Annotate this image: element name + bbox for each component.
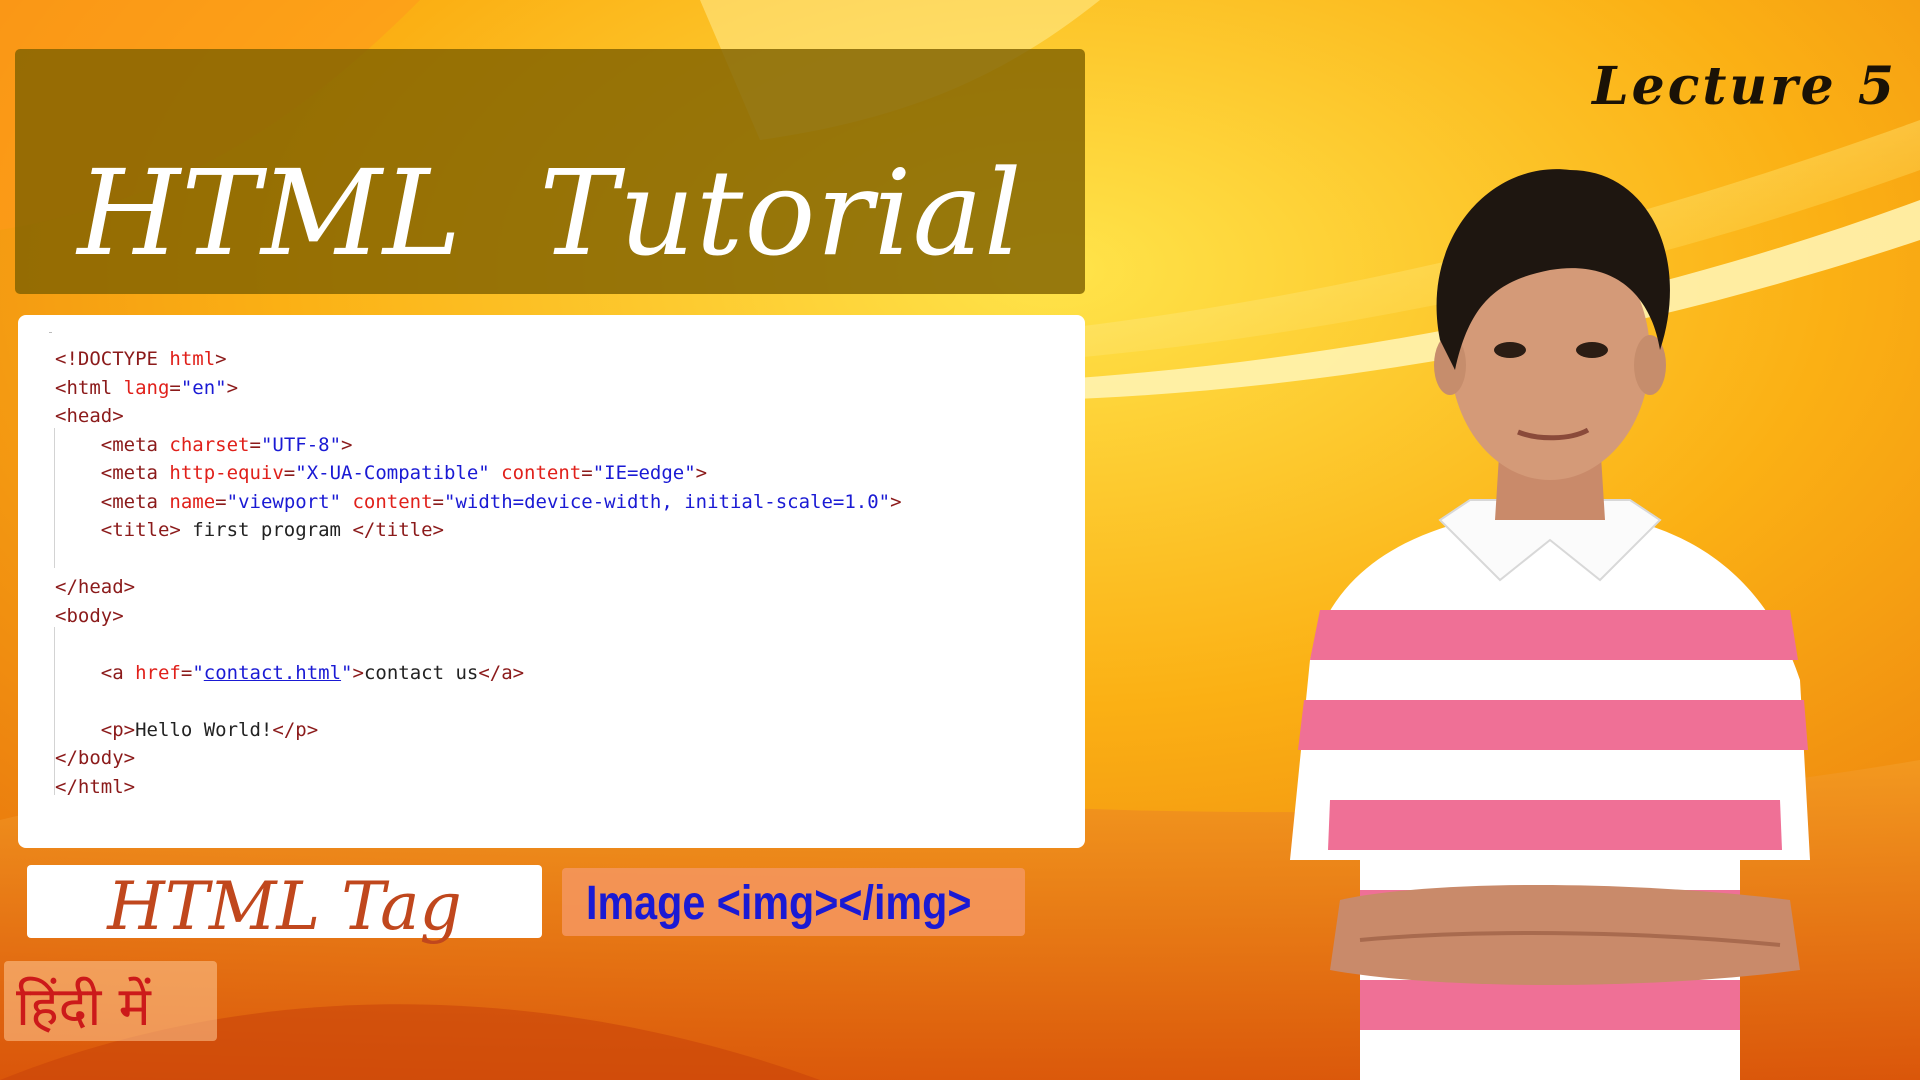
- code-token: >: [226, 376, 239, 399]
- code-token: charset: [169, 433, 250, 456]
- code-token: first program: [180, 519, 353, 541]
- code-token: =: [249, 433, 261, 456]
- code-line: <p>Hello World!</p>: [55, 716, 902, 745]
- hindi-label-box: हिंदी में: [4, 961, 217, 1041]
- code-token: "X-UA-Compatible": [295, 462, 502, 484]
- code-token: href: [135, 661, 181, 684]
- code-token: </p>: [272, 718, 319, 741]
- code-token: Hello World!: [135, 718, 273, 741]
- code-line: <body>: [55, 602, 902, 631]
- code-token: <meta: [100, 433, 170, 456]
- code-token: ": [341, 661, 353, 684]
- code-token: =: [169, 376, 181, 399]
- presenter-photo: [1290, 169, 1810, 1080]
- title-banner: HTML Tutorial: [15, 49, 1085, 294]
- code-token: <body>: [55, 604, 124, 627]
- code-line: <meta charset="UTF-8">: [55, 431, 902, 460]
- code-line: <meta http-equiv="X-UA-Compatible" conte…: [55, 459, 902, 488]
- code-token: <meta: [100, 462, 170, 484]
- code-token: =: [215, 490, 227, 513]
- code-token: =: [432, 490, 444, 513]
- page-title: HTML Tutorial: [77, 144, 1023, 282]
- code-token: <meta: [100, 490, 170, 513]
- code-line: <a href="contact.html">contact us</a>: [55, 659, 902, 688]
- code-token: </html>: [55, 775, 136, 798]
- right-eye: [1576, 342, 1608, 358]
- code-token: </title>: [352, 519, 444, 541]
- code-token: ": [192, 661, 204, 684]
- code-token: lang: [123, 376, 170, 399]
- image-tag-label: Image <img></img>: [586, 877, 972, 930]
- code-token: <p>: [100, 718, 136, 741]
- code-token: =: [581, 462, 593, 484]
- code-token: contact.html: [203, 661, 342, 684]
- tag-label: HTML Tag: [107, 868, 462, 945]
- code-panel-dot: [49, 332, 52, 333]
- code-token: >: [215, 348, 227, 370]
- code-token: >: [890, 490, 902, 513]
- code-token: name: [169, 490, 216, 513]
- code-line: </html>: [55, 773, 902, 802]
- code-block: <!DOCTYPE html> <html lang="en"> <head> <m…: [55, 345, 902, 801]
- code-token: http-equiv: [169, 462, 284, 484]
- image-tag-box: Image <img></img>: [562, 868, 1025, 936]
- code-line: <!DOCTYPE html>: [55, 345, 902, 374]
- code-token: =: [283, 462, 296, 484]
- hindi-label: हिंदी में: [16, 975, 151, 1038]
- code-token: </a>: [478, 661, 525, 684]
- code-token: "viewport": [226, 490, 353, 513]
- code-line: <title> first program </title>: [55, 516, 902, 545]
- code-token: content: [352, 490, 433, 513]
- code-token: contact us: [363, 661, 479, 684]
- code-token: "UTF-8": [260, 433, 342, 456]
- code-token: <a: [100, 661, 136, 684]
- code-token: >: [352, 661, 364, 684]
- code-token: content: [501, 462, 582, 484]
- code-token: "IE=edge": [592, 462, 696, 484]
- code-line: </body>: [55, 744, 902, 773]
- tag-label-box: HTML Tag: [27, 865, 542, 945]
- code-line: <head>: [55, 402, 902, 431]
- code-token: </head>: [55, 576, 136, 598]
- code-token: <html: [55, 376, 124, 399]
- left-eye: [1494, 342, 1526, 358]
- code-token: "width=device-width, initial-scale=1.0": [444, 490, 891, 513]
- code-panel: <!DOCTYPE html> <html lang="en"> <head> <m…: [18, 315, 1085, 848]
- code-token: <!DOCTYPE: [55, 348, 170, 370]
- lecture-number: Lecture 5: [1592, 56, 1897, 117]
- code-token: </body>: [55, 747, 136, 769]
- code-token: <title>: [100, 519, 181, 541]
- code-token: html: [169, 348, 216, 370]
- code-token: =: [180, 661, 193, 684]
- code-token: >: [695, 462, 708, 484]
- code-line: </head>: [55, 573, 902, 602]
- code-token: >: [341, 433, 353, 456]
- code-line: <meta name="viewport" content="width=dev…: [55, 488, 902, 517]
- code-line: <html lang="en">: [55, 374, 902, 403]
- code-token: <head>: [55, 405, 124, 427]
- code-token: "en": [180, 376, 227, 399]
